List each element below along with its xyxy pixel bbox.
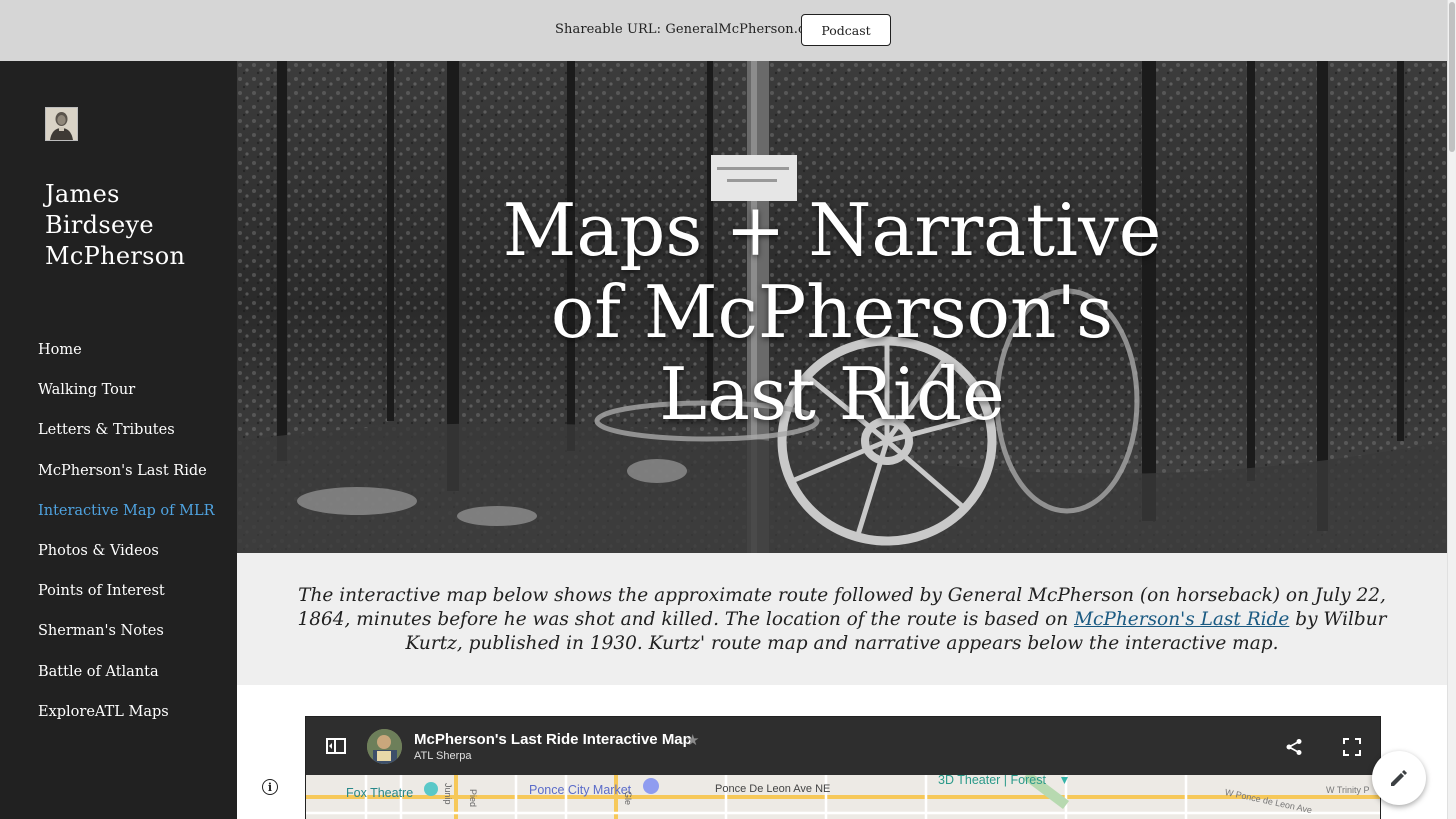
- star-icon[interactable]: ★: [686, 731, 699, 749]
- map-title: McPherson's Last Ride Interactive Map: [414, 731, 692, 748]
- interactive-map-embed[interactable]: McPherson's Last Ride Interactive Map ★ …: [305, 716, 1381, 819]
- map-header: McPherson's Last Ride Interactive Map ★ …: [306, 717, 1380, 775]
- mclr-link[interactable]: McPherson's Last Ride: [1074, 609, 1289, 630]
- share-icon[interactable]: [1285, 738, 1303, 756]
- map-label-w-trinity: W Trinity P: [1326, 785, 1370, 795]
- page-title-line: of McPherson's: [550, 270, 1114, 354]
- sidebar-nav-item[interactable]: Photos & Videos: [38, 541, 215, 581]
- sidebar-nav-item[interactable]: Home: [38, 340, 215, 380]
- sidebar-nav-item[interactable]: Points of Interest: [38, 581, 215, 621]
- intro-section: The interactive map below shows the appr…: [237, 553, 1447, 685]
- owner-avatar: [367, 729, 402, 764]
- map-label-juniper: Junip: [443, 783, 453, 805]
- map-label-ponce-de-leon: Ponce De Leon Ave NE: [715, 783, 831, 795]
- sidebar-nav-item[interactable]: McPherson's Last Ride: [38, 461, 215, 501]
- fullscreen-icon[interactable]: [1343, 738, 1361, 756]
- info-icon[interactable]: i: [262, 779, 278, 795]
- page-title-line: Last Ride: [659, 352, 1005, 436]
- announcement-bar: Shareable URL: GeneralMcPherson.com Podc…: [0, 0, 1456, 62]
- sidebar-nav-item[interactable]: Interactive Map of MLR: [38, 501, 215, 541]
- map-label-ponce-city-market: Ponce City Market: [529, 783, 632, 797]
- intro-paragraph: The interactive map below shows the appr…: [297, 584, 1387, 656]
- map-label-glen: Gle: [623, 791, 633, 806]
- shareable-url-text: Shareable URL: GeneralMcPherson.com: [555, 22, 826, 37]
- hero-banner: Maps + Narrative of McPherson's Last Ride: [237, 61, 1447, 553]
- podcast-button[interactable]: Podcast: [801, 14, 891, 46]
- map-label-fox-theatre: Fox Theatre: [346, 786, 414, 800]
- map-label-3d-theater-forest: 3D Theater | Forest: [938, 775, 1046, 787]
- toggle-panel-icon[interactable]: [326, 738, 346, 754]
- scrollbar-thumb[interactable]: [1449, 2, 1455, 152]
- site-title[interactable]: James Birdseye McPherson: [45, 179, 225, 272]
- sidebar-nav-item[interactable]: Walking Tour: [38, 380, 215, 420]
- map-owner: ATL Sherpa: [414, 750, 472, 762]
- sidebar-nav-item[interactable]: Letters & Tributes: [38, 420, 215, 460]
- sidebar-nav-item[interactable]: Battle of Atlanta: [38, 662, 215, 702]
- map-label-piedmont: Pied: [468, 789, 478, 808]
- map-canvas[interactable]: Fox Theatre Junip Pied Ponce City Market…: [306, 775, 1380, 819]
- page-title: Maps + Narrative of McPherson's Last Ride: [237, 189, 1427, 435]
- site-logo-portrait-icon[interactable]: [45, 107, 78, 141]
- sidebar-nav-item[interactable]: ExploreATL Maps: [38, 702, 215, 742]
- sidebar-nav-item[interactable]: Sherman's Notes: [38, 621, 215, 661]
- page-title-line: Maps + Narrative: [502, 188, 1162, 272]
- sidebar-nav: Home Walking Tour Letters & Tributes McPher…: [38, 340, 215, 742]
- page-scrollbar[interactable]: [1447, 0, 1456, 819]
- sidebar: James Birdseye McPherson Home Walking Tou…: [0, 61, 237, 819]
- edit-pencil-button[interactable]: [1372, 751, 1426, 805]
- pencil-icon: [1391, 770, 1407, 786]
